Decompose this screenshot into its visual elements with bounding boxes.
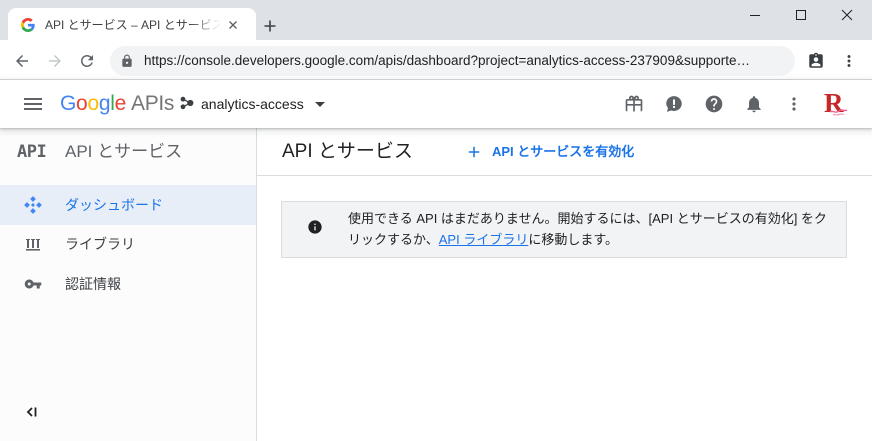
main-content: API とサービス API とサービスを有効化 使用できる API はまだありま… xyxy=(257,128,872,441)
sidebar-item-library[interactable]: ライブラリ xyxy=(0,224,256,264)
key-icon xyxy=(24,275,42,293)
sidebar-item-label: 認証情報 xyxy=(65,276,121,292)
new-tab-plus-icon[interactable] xyxy=(262,18,278,34)
add-icon xyxy=(465,143,483,161)
hamburger-menu-icon[interactable] xyxy=(21,92,45,116)
gift-icon[interactable] xyxy=(624,94,644,114)
account-avatar[interactable]: R xyxy=(821,90,849,118)
logo-suffix: APIs xyxy=(130,92,175,115)
collapse-sidebar-icon[interactable] xyxy=(25,405,39,419)
page-title: API とサービス xyxy=(282,141,413,162)
page-toolbar: API とサービス API とサービスを有効化 xyxy=(257,128,872,176)
info-icon xyxy=(307,219,323,235)
logo-letter: e xyxy=(114,92,127,115)
browser-menu-more-vert-icon[interactable] xyxy=(840,52,858,70)
nav-product-title: API とサービス xyxy=(65,142,183,161)
notifications-icon[interactable] xyxy=(744,94,764,114)
browser-title-bar: API とサービス – API とサービス – ana xyxy=(0,0,872,40)
assignment-ind-icon[interactable] xyxy=(807,52,825,70)
arrow-drop-down-icon xyxy=(308,92,332,116)
google-g-icon xyxy=(21,18,35,32)
address-bar[interactable]: https://console.developers.google.com/ap… xyxy=(110,46,795,76)
api-product-icon: API xyxy=(17,142,47,162)
project-selector[interactable]: analytics-access xyxy=(176,90,332,118)
tab-title: API とサービス – API とサービス – ana xyxy=(45,18,221,32)
app-header: Google APIs analytics-access R xyxy=(0,80,872,128)
sidebar-item-credentials[interactable]: 認証情報 xyxy=(0,264,256,304)
url-text[interactable]: https://console.developers.google.com/ap… xyxy=(144,46,784,76)
notice-text-after: に移動します。 xyxy=(528,232,619,247)
left-nav: API API とサービス ダッシュボード ライブラリ 認証情報 xyxy=(0,128,257,441)
logo-letter: g xyxy=(98,92,111,115)
feedback-icon[interactable] xyxy=(664,94,684,114)
notice-text: 使用できる API はまだありません。開始するには、[API とサービスの有効化… xyxy=(348,208,832,250)
empty-state-notice: 使用できる API はまだありません。開始するには、[API とサービスの有効化… xyxy=(281,201,847,258)
window-close-button[interactable] xyxy=(824,0,870,30)
enable-apis-button-label: API とサービスを有効化 xyxy=(492,144,635,159)
window-maximize-button[interactable] xyxy=(778,0,824,30)
project-icon xyxy=(180,96,194,110)
arrow-forward-icon[interactable] xyxy=(46,52,64,70)
sidebar-item-label: ライブラリ xyxy=(65,236,135,252)
arrow-back-icon[interactable] xyxy=(13,52,31,70)
logo-letter: G xyxy=(60,92,77,115)
more-vert-icon[interactable] xyxy=(784,94,804,114)
enable-apis-button[interactable]: API とサービスを有効化 xyxy=(457,136,647,168)
browser-tab[interactable]: API とサービス – API とサービス – ana xyxy=(8,8,256,40)
window-minimize-button[interactable] xyxy=(732,0,778,30)
reload-icon[interactable] xyxy=(78,52,96,70)
project-name: analytics-access xyxy=(201,96,304,112)
google-apis-logo[interactable]: Google APIs xyxy=(60,92,174,116)
logo-letter: o xyxy=(76,92,88,115)
tab-close-icon[interactable] xyxy=(226,18,240,32)
help-icon[interactable] xyxy=(704,94,724,114)
logo-letter: o xyxy=(87,92,99,115)
lock-icon[interactable] xyxy=(120,54,134,68)
api-library-link[interactable]: API ライブラリ xyxy=(439,232,529,247)
browser-toolbar: https://console.developers.google.com/ap… xyxy=(0,40,872,80)
sidebar-item-dashboard[interactable]: ダッシュボード xyxy=(0,185,256,225)
sidebar-item-label: ダッシュボード xyxy=(65,197,163,213)
library-icon xyxy=(24,235,42,253)
dashboard-icon xyxy=(24,196,42,214)
